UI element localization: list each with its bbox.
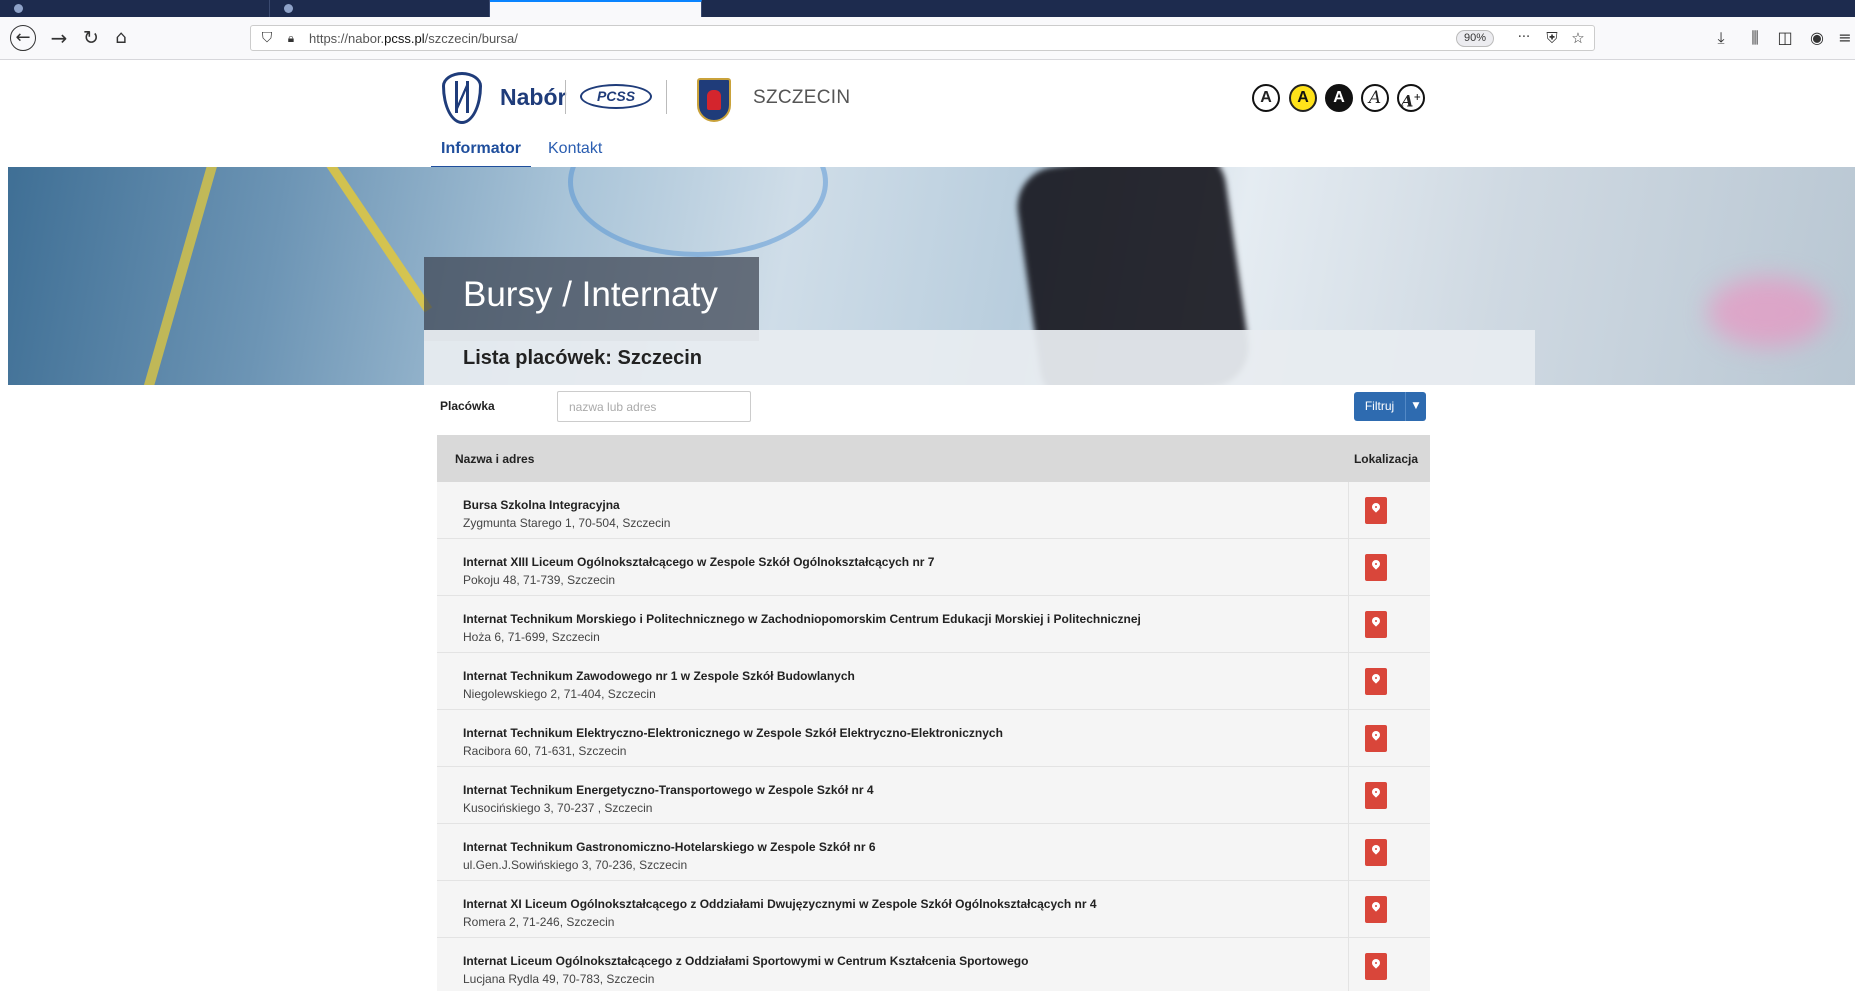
map-pin-icon[interactable] [1365, 896, 1387, 923]
table-row: Bursa Szkolna Integracyjna Zygmunta Star… [437, 482, 1430, 539]
table-row: Internat Technikum Energetyczno-Transpor… [437, 767, 1430, 824]
facility-address: Hoża 6, 71-699, Szczecin [463, 630, 600, 644]
tab-favicon-icon [14, 4, 23, 13]
facility-address: Zygmunta Starego 1, 70-504, Szczecin [463, 516, 671, 530]
table-row: Internat Technikum Elektryczno-Elektroni… [437, 710, 1430, 767]
map-pin-icon[interactable] [1365, 668, 1387, 695]
facility-search-input[interactable] [557, 391, 751, 422]
facility-name[interactable]: Internat Technikum Elektryczno-Elektroni… [463, 726, 1003, 740]
url-text[interactable]: https://nabor.pcss.pl/szczecin/bursa/ [309, 31, 518, 46]
table-row: Internat Technikum Morskiego i Politechn… [437, 596, 1430, 653]
map-pin-icon[interactable] [1365, 725, 1387, 752]
facility-address: Romera 2, 71-246, Szczecin [463, 915, 615, 929]
facility-address: ul.Gen.J.Sowińskiego 3, 70-236, Szczecin [463, 858, 688, 872]
browser-toolbar: ← → ↻ ⌂ ⛉ 🔒︎ https://nabor.pcss.pl/szcze… [0, 17, 1855, 60]
facility-name[interactable]: Internat Technikum Morskiego i Politechn… [463, 612, 1141, 626]
facility-address: Pokoju 48, 71-739, Szczecin [463, 573, 616, 587]
font-larger-button[interactable]: A+ [1397, 84, 1425, 112]
pcss-logo[interactable]: PCSS [580, 84, 652, 109]
tab-informator[interactable]: Informator [431, 140, 531, 169]
facility-address: Niegolewskiego 2, 71-404, Szczecin [463, 687, 656, 701]
contrast-default-button[interactable]: A [1252, 84, 1280, 112]
city-name: SZCZECIN [753, 87, 851, 108]
shield-icon[interactable]: ⛉ [257, 28, 277, 48]
chevron-down-icon[interactable]: ▼ [1406, 392, 1426, 421]
zoom-indicator[interactable]: 90% [1456, 30, 1495, 47]
table-row: Internat Technikum Gastronomiczno-Hotela… [437, 824, 1430, 881]
home-icon[interactable]: ⌂ [108, 25, 134, 51]
facility-name[interactable]: Internat Technikum Gastronomiczno-Hotela… [463, 840, 876, 854]
facility-name[interactable]: Internat Technikum Energetyczno-Transpor… [463, 783, 874, 797]
sidebar-icon[interactable]: ◫ [1772, 25, 1798, 51]
tab-favicon-icon [284, 4, 293, 13]
facility-name[interactable]: Internat Liceum Ogólnokształcącego z Odd… [463, 954, 1028, 968]
bookmark-star-icon[interactable]: ☆ [1567, 28, 1589, 48]
page-title: Bursy / Internaty [424, 257, 759, 341]
table-row: Internat XI Liceum Ogólnokształcącego z … [437, 881, 1430, 938]
menu-icon[interactable]: ≡ [1836, 25, 1854, 51]
page-actions-icon[interactable]: ··· [1513, 28, 1535, 48]
reload-icon[interactable]: ↻ [78, 25, 104, 51]
column-header-name[interactable]: Nazwa i adres [455, 452, 534, 466]
filter-button-group: Filtruj ▼ [1354, 392, 1426, 421]
map-pin-icon[interactable] [1365, 839, 1387, 866]
divider [666, 80, 667, 114]
filter-button[interactable]: Filtruj [1354, 392, 1406, 421]
contrast-yellow-button[interactable]: A [1289, 84, 1317, 112]
map-pin-icon[interactable] [1365, 611, 1387, 638]
table-row: Internat XIII Liceum Ogólnokształcącego … [437, 539, 1430, 596]
map-pin-icon[interactable] [1365, 782, 1387, 809]
page-subtitle: Lista placówek: Szczecin [424, 330, 1535, 385]
facility-name[interactable]: Internat XIII Liceum Ogólnokształcącego … [463, 555, 934, 569]
pocket-icon[interactable]: ⛨ [1541, 28, 1563, 48]
contrast-black-button[interactable]: A [1325, 84, 1353, 112]
browser-tab[interactable] [270, 0, 490, 17]
map-pin-icon[interactable] [1365, 554, 1387, 581]
table-header: Nazwa i adres Lokalizacja [437, 435, 1430, 482]
filter-label: Placówka [440, 399, 495, 413]
browser-tab[interactable] [0, 0, 270, 17]
forward-icon[interactable]: → [46, 25, 72, 51]
facility-name[interactable]: Internat XI Liceum Ogólnokształcącego z … [463, 897, 1097, 911]
facility-address: Lucjana Rydla 49, 70-783, Szczecin [463, 972, 655, 986]
divider [565, 80, 566, 114]
browser-tab-strip [0, 0, 1855, 17]
table-row: Internat Technikum Zawodowego nr 1 w Zes… [437, 653, 1430, 710]
brand-name[interactable]: Nabór [500, 84, 566, 111]
back-icon[interactable]: ← [10, 25, 36, 51]
facility-address: Kusocińskiego 3, 70-237 , Szczecin [463, 801, 653, 815]
address-bar[interactable]: ⛉ 🔒︎ https://nabor.pcss.pl/szczecin/burs… [250, 25, 1595, 51]
facility-address: Racibora 60, 71-631, Szczecin [463, 744, 627, 758]
tab-kontakt[interactable]: Kontakt [548, 140, 602, 158]
lock-icon[interactable]: 🔒︎ [281, 28, 301, 48]
nabor-logo-icon[interactable] [442, 72, 482, 124]
facilities-table: Nazwa i adres Lokalizacja Bursa Szkolna … [437, 435, 1430, 991]
library-icon[interactable]: ⫼ [1742, 25, 1768, 51]
table-row: Internat Liceum Ogólnokształcącego z Odd… [437, 938, 1430, 991]
browser-tab-active[interactable] [490, 0, 702, 17]
column-header-location[interactable]: Lokalizacja [1354, 452, 1418, 466]
facility-name[interactable]: Internat Technikum Zawodowego nr 1 w Zes… [463, 669, 855, 683]
facility-name[interactable]: Bursa Szkolna Integracyjna [463, 498, 620, 512]
map-pin-icon[interactable] [1365, 497, 1387, 524]
account-icon[interactable]: ◉ [1804, 25, 1830, 51]
map-pin-icon[interactable] [1365, 953, 1387, 980]
szczecin-crest-icon [697, 78, 731, 122]
font-normal-button[interactable]: A [1361, 84, 1389, 112]
downloads-icon[interactable]: ⤓ [1708, 25, 1734, 51]
